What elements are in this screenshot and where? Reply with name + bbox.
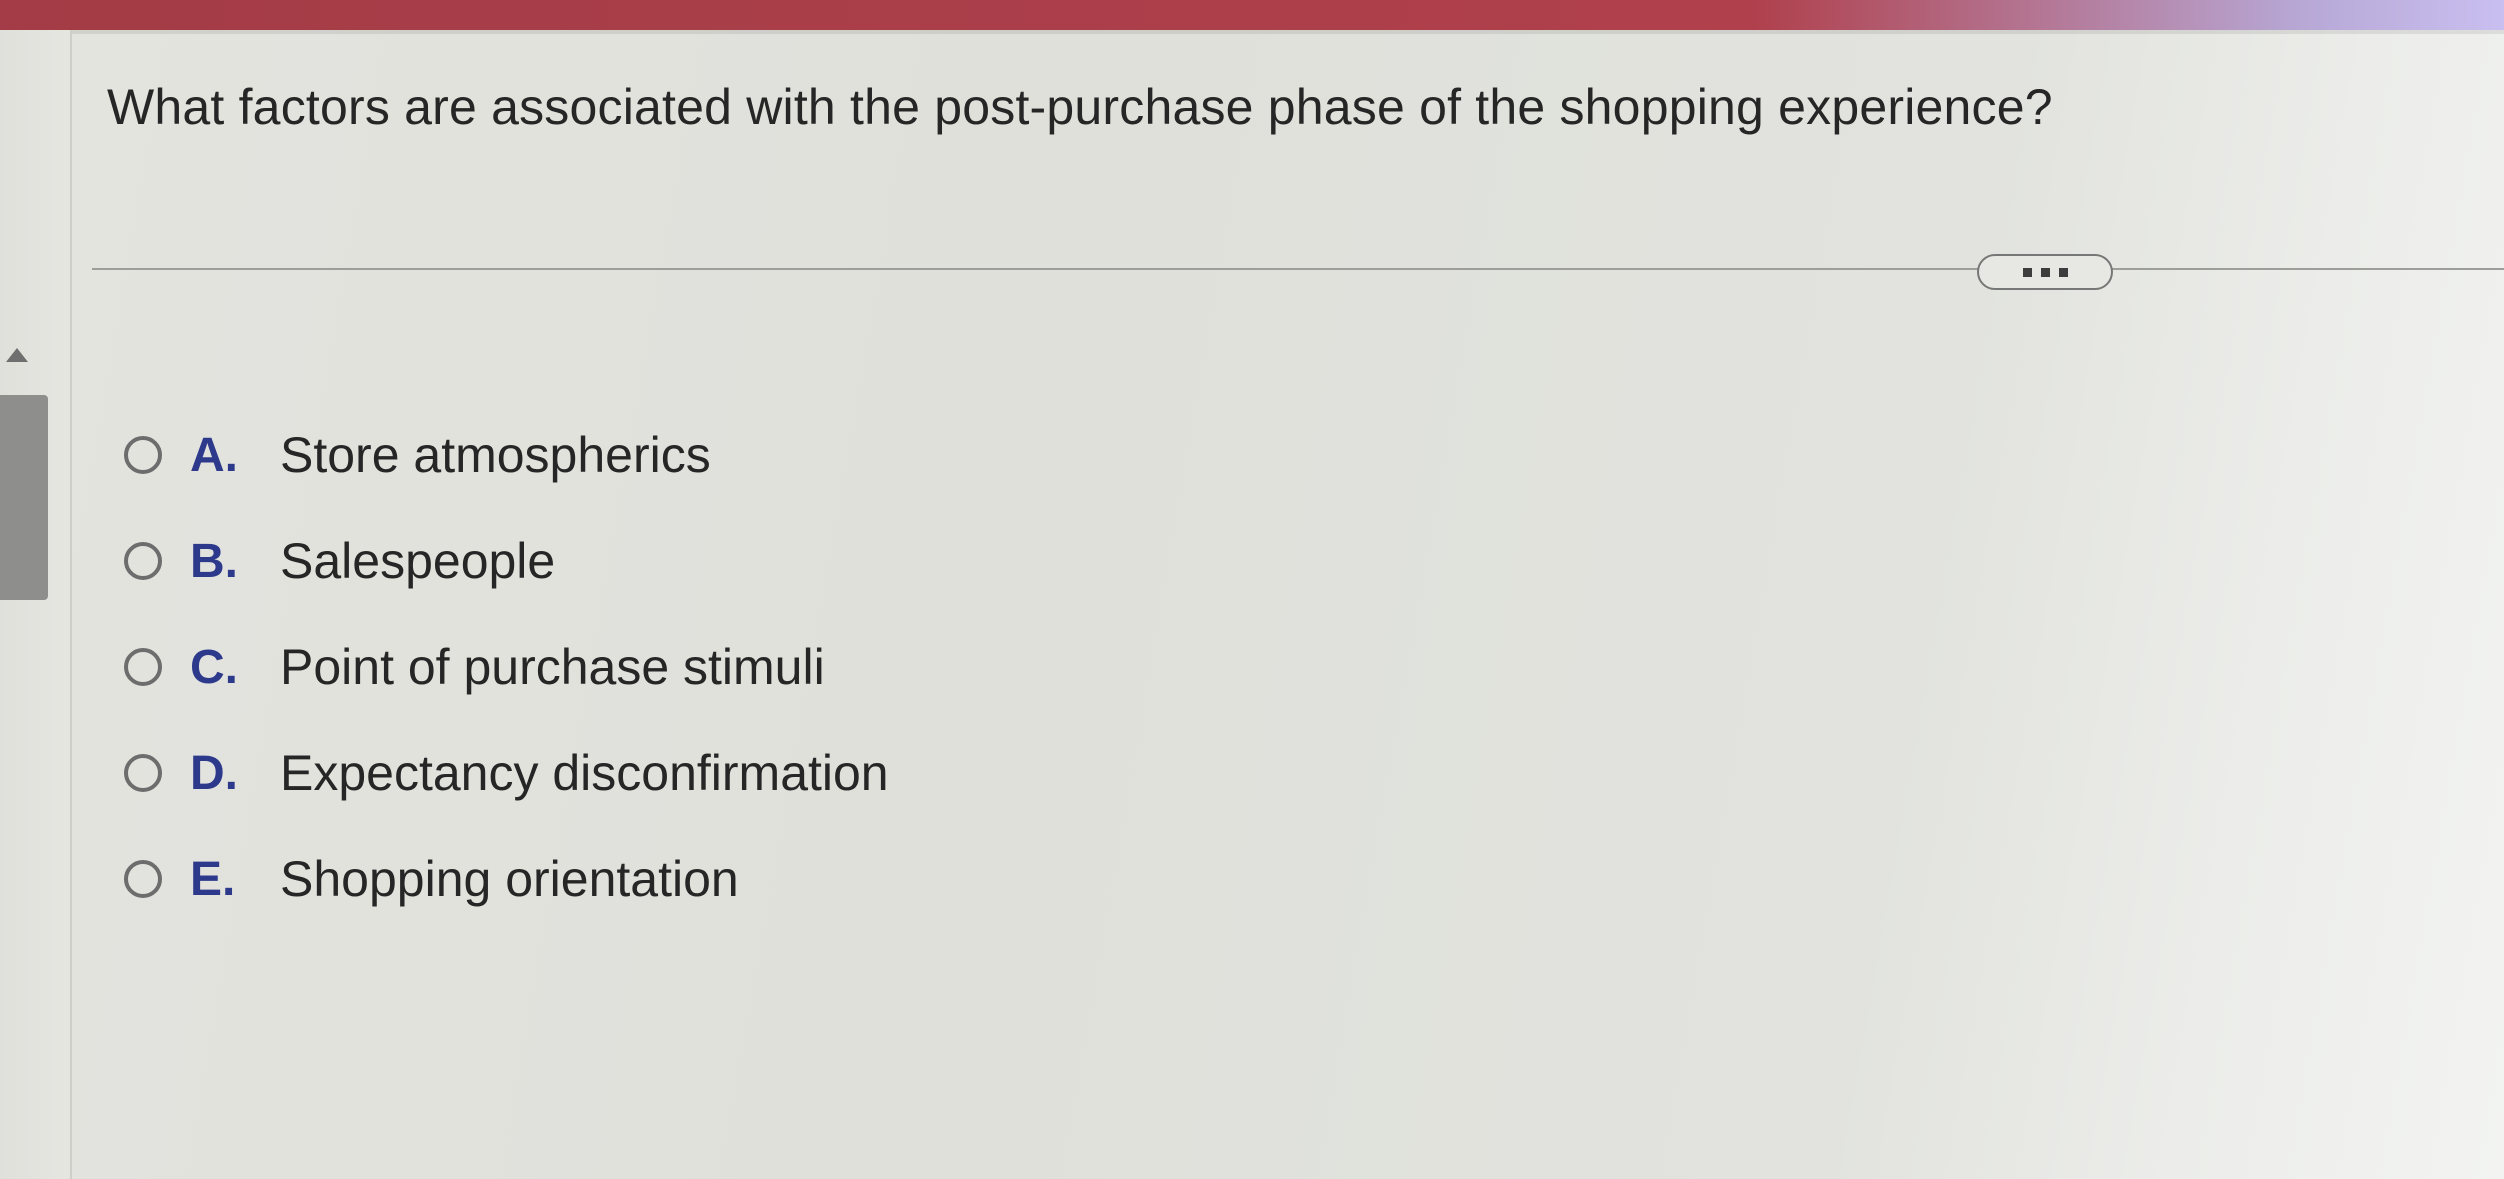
- radio-button-icon[interactable]: [124, 542, 162, 580]
- top-header-bar: [0, 0, 2504, 30]
- more-dots-icon: [2040, 267, 2050, 277]
- option-letter: D.: [190, 746, 238, 800]
- scroll-up-arrow-icon[interactable]: [6, 348, 28, 362]
- more-dots-icon: [2058, 267, 2068, 277]
- answer-option-a[interactable]: A. Store atmospherics: [124, 420, 711, 490]
- option-label: Salespeople: [280, 533, 556, 589]
- header-shadow: [0, 30, 2504, 34]
- more-options-button[interactable]: [1977, 254, 2113, 290]
- option-label: Store atmospherics: [280, 427, 711, 483]
- radio-button-icon[interactable]: [124, 860, 162, 898]
- scrollbar-thumb[interactable]: [0, 395, 48, 600]
- question-divider: [92, 268, 2504, 270]
- question-text: What factors are associated with the pos…: [107, 79, 2053, 135]
- answer-option-c[interactable]: C. Point of purchase stimuli: [124, 632, 825, 702]
- radio-button-icon[interactable]: [124, 754, 162, 792]
- option-label: Expectancy disconfirmation: [280, 745, 889, 801]
- option-letter: B.: [190, 534, 238, 588]
- more-dots-icon: [2022, 267, 2032, 277]
- option-label: Shopping orientation: [280, 851, 739, 907]
- answer-option-b[interactable]: B. Salespeople: [124, 526, 555, 596]
- option-letter: A.: [190, 428, 238, 482]
- radio-button-icon[interactable]: [124, 436, 162, 474]
- answer-option-d[interactable]: D. Expectancy disconfirmation: [124, 738, 889, 808]
- answer-option-e[interactable]: E. Shopping orientation: [124, 844, 739, 914]
- left-panel: [0, 30, 72, 1179]
- radio-button-icon[interactable]: [124, 648, 162, 686]
- option-letter: E.: [190, 852, 236, 906]
- option-label: Point of purchase stimuli: [280, 639, 825, 695]
- option-letter: C.: [190, 640, 238, 694]
